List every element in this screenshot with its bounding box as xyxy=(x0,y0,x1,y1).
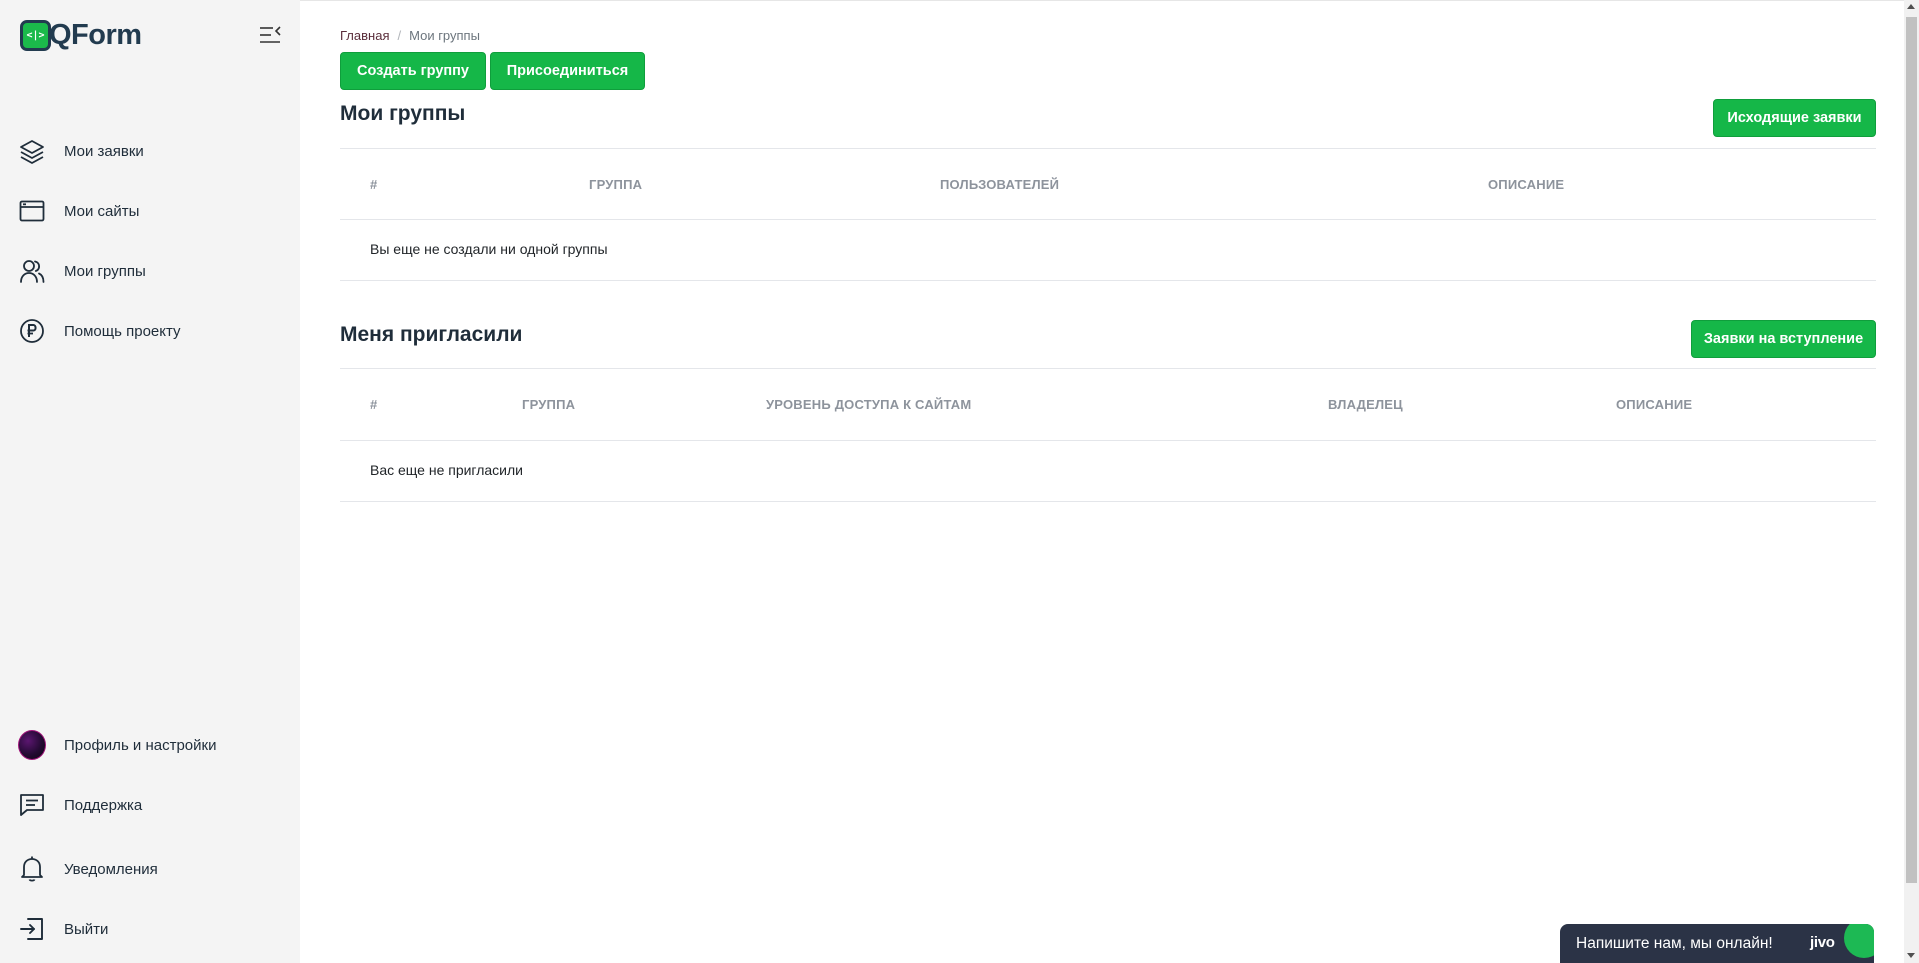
sidebar-item-label: Профиль и настройки xyxy=(64,736,217,754)
column-header-number: # xyxy=(370,397,378,412)
invited-title: Меня пригласили xyxy=(340,323,523,346)
sidebar-item-logout[interactable]: Выйти xyxy=(18,909,288,949)
sidebar-item-my-groups[interactable]: Мои группы xyxy=(18,251,288,291)
users-icon xyxy=(18,257,46,285)
table-bottom-divider xyxy=(340,280,1876,281)
breadcrumb-current: Мои группы xyxy=(409,28,480,43)
column-header-users: Пользователей xyxy=(940,177,1060,192)
sidebar-item-support[interactable]: Поддержка xyxy=(18,785,288,825)
create-group-button[interactable]: Создать группу xyxy=(340,52,486,90)
my-groups-title: Мои группы xyxy=(340,102,466,125)
empty-state-text: Вы еще не создали ни одной группы xyxy=(370,241,608,257)
outgoing-requests-button[interactable]: Исходящие заявки xyxy=(1713,99,1876,137)
sidebar: <|> QForm Мои заявки Мои сайты Мои групп… xyxy=(0,0,300,963)
join-requests-button[interactable]: Заявки на вступление xyxy=(1691,320,1876,358)
chat-widget-text: Напишите нам, мы онлайн! xyxy=(1576,934,1773,952)
sidebar-item-label: Уведомления xyxy=(64,860,158,878)
sidebar-item-label: Помощь проекту xyxy=(64,322,181,340)
column-header-number: # xyxy=(370,177,378,192)
column-header-description: Описание xyxy=(1488,177,1565,192)
breadcrumb-separator: / xyxy=(397,28,402,43)
avatar xyxy=(18,730,46,760)
column-header-description: Описание xyxy=(1616,397,1693,412)
column-header-site-access-level: Уровень доступа к сайтам xyxy=(766,397,972,412)
scroll-up-arrow-icon[interactable] xyxy=(1907,4,1915,9)
sidebar-item-my-sites[interactable]: Мои сайты xyxy=(18,191,288,231)
browser-window-icon xyxy=(18,197,46,225)
online-status-dot-icon xyxy=(1844,924,1874,958)
breadcrumb: Главная / Мои группы xyxy=(340,28,480,43)
logout-icon xyxy=(18,915,46,943)
layers-icon xyxy=(18,137,46,165)
sidebar-item-support-project[interactable]: Помощь проекту xyxy=(18,311,288,351)
divider xyxy=(340,368,1876,369)
breadcrumb-home-link[interactable]: Главная xyxy=(340,28,389,43)
vertical-scrollbar[interactable] xyxy=(1904,0,1919,963)
column-header-group: Группа xyxy=(522,397,576,412)
logo-mark-icon: <|> xyxy=(20,19,51,51)
table-header-divider xyxy=(340,219,1876,220)
avatar-image xyxy=(18,730,46,760)
collapse-sidebar-icon[interactable] xyxy=(258,24,282,46)
sidebar-item-label: Мои сайты xyxy=(64,202,140,220)
column-header-owner: Владелец xyxy=(1328,397,1403,412)
chat-bubble-icon xyxy=(18,791,46,819)
sidebar-item-my-requests[interactable]: Мои заявки xyxy=(18,131,288,171)
join-group-button[interactable]: Присоединиться xyxy=(490,52,645,90)
table-header-divider xyxy=(340,440,1876,441)
ruble-coin-icon xyxy=(18,317,46,345)
scroll-thumb[interactable] xyxy=(1906,17,1917,883)
sidebar-item-label: Мои группы xyxy=(64,262,146,280)
column-header-group: Группа xyxy=(589,177,643,192)
jivo-logo: jivo xyxy=(1810,934,1835,951)
sidebar-item-label: Выйти xyxy=(64,920,109,938)
logo[interactable]: <|> QForm xyxy=(20,18,142,52)
sidebar-item-label: Поддержка xyxy=(64,796,143,814)
empty-state-text: Вас еще не пригласили xyxy=(370,462,523,478)
top-border xyxy=(300,0,1904,1)
logo-mark-text: <|> xyxy=(26,29,45,41)
sidebar-item-profile-settings[interactable]: Профиль и настройки xyxy=(18,725,288,765)
logo-text: QForm xyxy=(49,18,142,51)
table-bottom-divider xyxy=(340,501,1876,502)
divider xyxy=(340,148,1876,149)
sidebar-item-notifications[interactable]: Уведомления xyxy=(18,849,288,889)
bell-icon xyxy=(18,855,46,883)
sidebar-item-label: Мои заявки xyxy=(64,142,144,160)
scroll-down-arrow-icon[interactable] xyxy=(1907,953,1915,958)
chat-widget[interactable]: Напишите нам, мы онлайн! jivo xyxy=(1560,924,1874,963)
